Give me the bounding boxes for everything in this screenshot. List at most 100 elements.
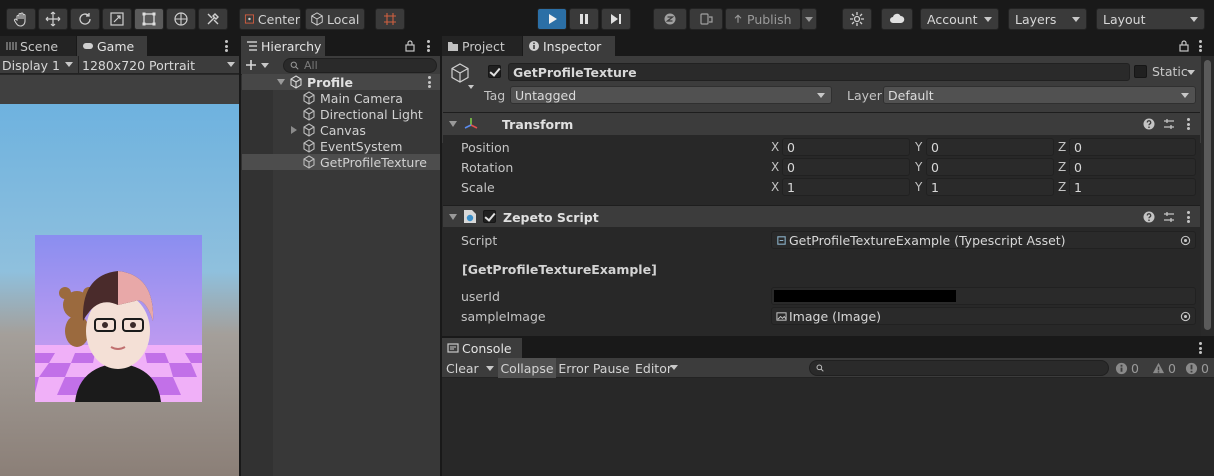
collapsed-triangle-icon[interactable] [291, 126, 297, 134]
account-dropdown[interactable]: Account [920, 8, 999, 30]
lock-icon[interactable] [405, 40, 415, 52]
publish-label: Publish [747, 11, 792, 27]
chevron-down-icon[interactable] [468, 85, 474, 89]
rotation-x-field[interactable]: 0 [782, 158, 910, 176]
settings-button[interactable] [842, 8, 872, 30]
game-viewport[interactable] [0, 104, 239, 476]
error-pause-toggle[interactable]: Error Pause [558, 358, 630, 378]
foldout-triangle-icon[interactable] [449, 214, 457, 220]
sampleimage-object-field[interactable]: Image (Image) [771, 307, 1196, 325]
scale-x-value: 1 [787, 179, 795, 195]
game-panel-menu[interactable] [224, 40, 228, 52]
preset-sliders-icon[interactable] [1163, 211, 1175, 223]
play-button[interactable] [537, 8, 567, 30]
scale-y-field[interactable]: 1 [926, 178, 1054, 196]
step-button[interactable] [601, 8, 631, 30]
hierarchy-search-input[interactable]: All [283, 58, 437, 73]
tab-scene[interactable]: Scene [0, 36, 76, 56]
custom-tool-button[interactable] [198, 8, 228, 30]
move-tool-button[interactable] [38, 8, 68, 30]
grid-snap-button[interactable] [375, 8, 405, 30]
hierarchy-item[interactable]: Canvas [242, 122, 440, 138]
scale-x-field[interactable]: 1 [782, 178, 910, 196]
space-local-toggle[interactable]: Local [305, 8, 365, 30]
tab-console[interactable]: Console [442, 338, 522, 358]
warning-filter-toggle[interactable]: 0 [1152, 360, 1183, 376]
display-dropdown[interactable]: Display 1 [0, 56, 77, 74]
static-checkbox[interactable] [1134, 65, 1147, 78]
userid-field[interactable] [771, 287, 1196, 305]
tag-dropdown[interactable]: Untagged [510, 86, 832, 104]
tab-game[interactable]: Game [77, 36, 147, 56]
scale-tool-button[interactable] [102, 8, 132, 30]
pivot-center-toggle[interactable]: Center [239, 8, 301, 30]
console-search-input[interactable] [809, 360, 1109, 376]
hierarchy-item[interactable]: Directional Light [242, 106, 440, 122]
device-button[interactable] [689, 8, 723, 30]
cube-icon [311, 12, 323, 26]
tab-project[interactable]: Project [442, 36, 522, 56]
pause-button[interactable] [569, 8, 599, 30]
help-icon[interactable] [1143, 118, 1155, 130]
foldout-triangle-icon[interactable] [449, 121, 457, 127]
rotation-z-field[interactable]: 0 [1069, 158, 1196, 176]
help-icon[interactable] [1143, 211, 1155, 223]
position-x-field[interactable]: 0 [782, 138, 910, 156]
publish-dropdown-button[interactable] [801, 8, 817, 30]
clear-button[interactable]: Clear [444, 359, 496, 377]
hierarchy-item[interactable]: EventSystem [242, 138, 440, 154]
publish-button[interactable]: Publish [725, 8, 801, 30]
expand-triangle-icon[interactable] [277, 79, 285, 85]
preset-sliders-icon[interactable] [1163, 118, 1175, 130]
scene-root-row[interactable]: Profile [242, 74, 440, 90]
scale-z-field[interactable]: 1 [1069, 178, 1196, 196]
layers-dropdown[interactable]: Layers [1008, 8, 1087, 30]
object-picker-icon[interactable] [1180, 235, 1191, 246]
position-y-field[interactable]: 0 [926, 138, 1054, 156]
rotation-y-field[interactable]: 0 [926, 158, 1054, 176]
collapse-toggle[interactable]: Collapse [498, 358, 556, 378]
position-z-field[interactable]: 0 [1069, 138, 1196, 156]
rect-tool-button[interactable] [134, 8, 164, 30]
console-log-area[interactable] [442, 379, 1214, 476]
chevron-down-icon[interactable] [1187, 70, 1195, 75]
scene-menu[interactable] [427, 76, 431, 88]
scrollbar-thumb[interactable] [1204, 60, 1211, 330]
lock-icon[interactable] [1179, 40, 1189, 52]
resolution-dropdown[interactable]: 1280x720 Portrait [78, 56, 239, 74]
object-name-value: GetProfileTexture [513, 64, 637, 80]
error-filter-toggle[interactable]: 0 [1185, 360, 1213, 376]
layout-dropdown[interactable]: Layout [1096, 8, 1205, 30]
rotate-tool-button[interactable] [70, 8, 100, 30]
script-menu[interactable] [1186, 211, 1190, 223]
chevron-down-icon[interactable] [486, 366, 494, 371]
object-name-field[interactable]: GetProfileTexture [508, 63, 1130, 81]
chevron-down-icon [1190, 17, 1198, 22]
transform-tool-button[interactable] [166, 8, 196, 30]
zepeto-script-header[interactable]: Zepeto Script [443, 205, 1200, 227]
create-button[interactable] [245, 58, 275, 72]
object-picker-icon[interactable] [1180, 311, 1191, 322]
hierarchy-menu[interactable] [426, 40, 430, 52]
layer-dropdown[interactable]: Default [883, 86, 1196, 104]
transform-menu[interactable] [1186, 118, 1190, 130]
cloud-button[interactable] [881, 8, 913, 30]
zepeto-link-button[interactable] [653, 8, 687, 30]
inspector-menu[interactable] [1198, 40, 1202, 52]
transform-header[interactable]: Transform [443, 112, 1200, 134]
tab-hierarchy[interactable]: Hierarchy [241, 36, 325, 56]
info-filter-toggle[interactable]: 0 [1115, 360, 1146, 376]
info-count: 0 [1131, 360, 1139, 376]
tab-inspector[interactable]: Inspector [523, 36, 615, 56]
console-menu[interactable] [1198, 342, 1202, 354]
script-object-field[interactable]: GetProfileTextureExample (Typescript Ass… [771, 231, 1196, 249]
active-checkbox[interactable] [488, 65, 501, 78]
editor-dropdown[interactable]: Editor [632, 358, 682, 378]
script-enabled-checkbox[interactable] [483, 210, 496, 223]
hand-tool-button[interactable] [6, 8, 36, 30]
hierarchy-item[interactable]: Main Camera [242, 90, 440, 106]
hierarchy-item-selected[interactable]: GetProfileTexture [242, 154, 440, 170]
move-icon [45, 11, 61, 27]
tag-label: Tag [484, 88, 506, 103]
inspector-scrollbar[interactable] [1201, 56, 1214, 336]
